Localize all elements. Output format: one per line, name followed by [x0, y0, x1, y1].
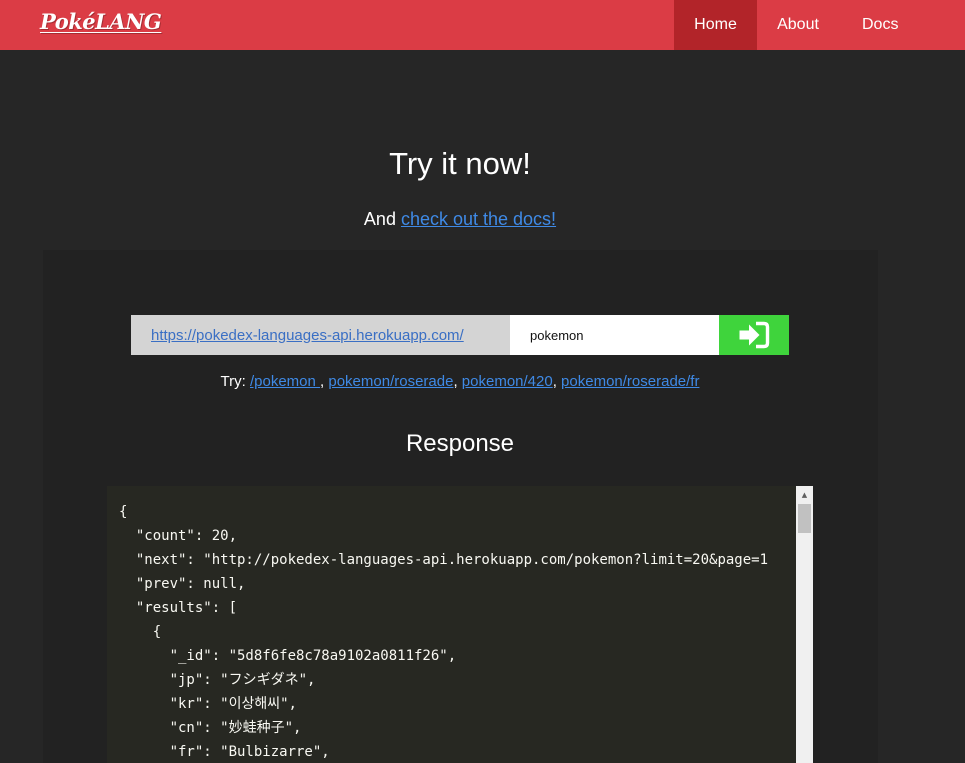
submit-button[interactable]	[719, 315, 789, 355]
nav-item-home[interactable]: Home	[674, 0, 757, 50]
sign-in-arrow-icon	[739, 321, 770, 349]
try-link-roserade-fr[interactable]: pokemon/roserade/fr	[561, 373, 699, 390]
code-line: "cn": "妙蛙种子",	[119, 720, 302, 736]
nav-item-about[interactable]: About	[757, 0, 839, 50]
base-url-link[interactable]: https://pokedex-languages-api.herokuapp.…	[131, 315, 510, 355]
try-link-pokemon[interactable]: /pokemon	[250, 373, 320, 390]
response-title: Response	[405, 430, 515, 457]
try-links: Try: /pokemon , pokemon/roserade, pokemo…	[220, 373, 700, 390]
code-line: {	[119, 624, 162, 640]
brand-logo[interactable]: PokéLANG	[40, 9, 162, 34]
page-title: Try it now!	[389, 146, 531, 181]
try-label: Try:	[220, 373, 246, 390]
docs-link[interactable]: check out the docs!	[401, 209, 556, 229]
code-line: "count": 20,	[119, 528, 238, 544]
code-line: "kr": "이상해씨",	[119, 696, 297, 712]
hero-subtitle: And check out the docs!	[0, 209, 920, 230]
code-line: "_id": "5d8f6fe8c78a9102a0811f26",	[119, 648, 457, 664]
code-line: "results": [	[119, 600, 238, 616]
scroll-up-icon[interactable]: ▲	[796, 486, 813, 503]
response-code-box[interactable]: { "count": 20, "next": "http://pokedex-l…	[107, 486, 813, 763]
code-line: "jp": "フシギダネ",	[119, 672, 316, 688]
response-json: { "count": 20, "next": "http://pokedex-l…	[119, 500, 796, 763]
code-line: "next": "http://pokedex-languages-api.he…	[119, 552, 769, 568]
try-link-420[interactable]: pokemon/420	[462, 373, 553, 390]
code-line: {	[119, 504, 128, 520]
navbar: PokéLANG Home About Docs	[0, 0, 965, 50]
request-bar: https://pokedex-languages-api.herokuapp.…	[131, 315, 789, 355]
vertical-scrollbar[interactable]: ▲	[796, 486, 813, 763]
scroll-thumb[interactable]	[798, 504, 811, 533]
try-link-roserade[interactable]: pokemon/roserade	[328, 373, 453, 390]
code-line: "fr": "Bulbizarre",	[119, 744, 330, 760]
path-input[interactable]	[510, 315, 719, 355]
code-line: "prev": null,	[119, 576, 246, 592]
nav-item-docs[interactable]: Docs	[839, 0, 921, 50]
subtitle-prefix: And	[363, 209, 396, 229]
nav-menu: Home About Docs	[674, 0, 965, 50]
